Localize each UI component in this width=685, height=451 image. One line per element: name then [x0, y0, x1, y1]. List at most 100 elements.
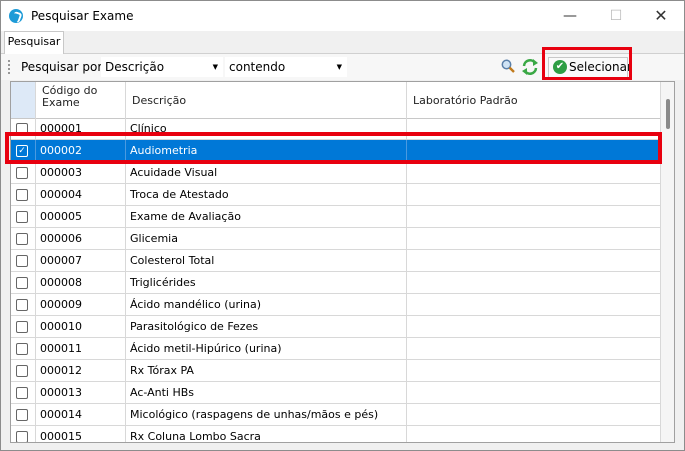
cell-description[interactable]: Exame de Avaliação [126, 206, 407, 228]
row-checkbox[interactable] [16, 409, 28, 421]
tab-pesquisar[interactable]: Pesquisar [4, 31, 64, 54]
minimize-button[interactable]: — [547, 1, 593, 31]
table-row[interactable]: 000011 Ácido metil-Hipúrico (urina) [11, 338, 661, 360]
window-title: Pesquisar Exame [31, 9, 134, 23]
row-checkbox[interactable] [16, 431, 28, 442]
row-checkbox-cell[interactable] [11, 272, 36, 294]
cell-description[interactable]: Micológico (raspagens de unhas/mãos e pé… [126, 404, 407, 426]
row-checkbox-cell[interactable] [11, 360, 36, 382]
search-mode-value: contendo [229, 60, 286, 74]
table-row[interactable]: 000014 Micológico (raspagens de unhas/mão… [11, 404, 661, 426]
search-by-label: Pesquisar por: [21, 60, 107, 74]
cell-code[interactable]: 000004 [36, 184, 126, 206]
row-checkbox[interactable] [16, 277, 28, 289]
table-row[interactable]: 000010 Parasitológico de Fezes [11, 316, 661, 338]
column-header-description[interactable]: Descrição [126, 82, 407, 118]
cell-code[interactable]: 000008 [36, 272, 126, 294]
row-checkbox-cell[interactable] [11, 184, 36, 206]
column-header-code[interactable]: Código do Exame [36, 82, 126, 118]
cell-lab[interactable] [407, 360, 661, 382]
cell-code[interactable]: 000003 [36, 162, 126, 184]
table-row[interactable]: 000015 Rx Coluna Lombo Sacra [11, 426, 661, 442]
row-checkbox-cell[interactable] [11, 228, 36, 250]
cell-lab[interactable] [407, 272, 661, 294]
row-checkbox-cell[interactable] [11, 206, 36, 228]
table-row[interactable]: 000009 Ácido mandélico (urina) [11, 294, 661, 316]
row-checkbox-cell[interactable] [11, 382, 36, 404]
cell-description[interactable]: Glicemia [126, 228, 407, 250]
search-icon[interactable] [501, 59, 515, 73]
grid-header: Código do Exame Descrição Laboratório Pa… [11, 82, 661, 119]
toolbar-grip [8, 60, 12, 74]
app-icon [9, 9, 23, 23]
row-checkbox[interactable] [16, 211, 28, 223]
cell-lab[interactable] [407, 228, 661, 250]
column-header-lab[interactable]: Laboratório Padrão [407, 82, 661, 118]
dropdown-arrow-icon: ▼ [336, 63, 342, 71]
cell-code[interactable]: 000015 [36, 426, 126, 442]
row-checkbox-cell[interactable] [11, 294, 36, 316]
cell-code[interactable]: 000014 [36, 404, 126, 426]
cell-description[interactable]: Ac-Anti HBs [126, 382, 407, 404]
cell-code[interactable]: 000010 [36, 316, 126, 338]
vertical-scrollbar[interactable] [661, 82, 674, 442]
cell-lab[interactable] [407, 206, 661, 228]
row-checkbox[interactable] [16, 189, 28, 201]
row-checkbox[interactable] [16, 387, 28, 399]
cell-lab[interactable] [407, 338, 661, 360]
row-checkbox-cell[interactable] [11, 250, 36, 272]
cell-code[interactable]: 000011 [36, 338, 126, 360]
row-checkbox-cell[interactable] [11, 404, 36, 426]
row-checkbox-cell[interactable] [11, 426, 36, 442]
cell-code[interactable]: 000012 [36, 360, 126, 382]
row-checkbox-cell[interactable] [11, 316, 36, 338]
table-row[interactable]: 000003 Acuidade Visual [11, 162, 661, 184]
row-checkbox-cell[interactable] [11, 162, 36, 184]
row-checkbox[interactable] [16, 365, 28, 377]
cell-description[interactable]: Rx Tórax PA [126, 360, 407, 382]
cell-lab[interactable] [407, 162, 661, 184]
cell-code[interactable]: 000005 [36, 206, 126, 228]
cell-lab[interactable] [407, 250, 661, 272]
cell-description[interactable]: Troca de Atestado [126, 184, 407, 206]
row-checkbox[interactable] [16, 233, 28, 245]
cell-description[interactable]: Rx Coluna Lombo Sacra [126, 426, 407, 442]
table-row[interactable]: 000006 Glicemia [11, 228, 661, 250]
cell-lab[interactable] [407, 184, 661, 206]
cell-lab[interactable] [407, 426, 661, 442]
row-checkbox[interactable] [16, 299, 28, 311]
title-bar[interactable]: Pesquisar Exame — ☐ ✕ [1, 1, 684, 31]
cell-description[interactable]: Ácido mandélico (urina) [126, 294, 407, 316]
scrollbar-thumb[interactable] [666, 99, 670, 129]
table-row[interactable]: 000012 Rx Tórax PA [11, 360, 661, 382]
cell-lab[interactable] [407, 404, 661, 426]
cell-description[interactable]: Triglicérides [126, 272, 407, 294]
cell-code[interactable]: 000013 [36, 382, 126, 404]
row-checkbox[interactable] [16, 255, 28, 267]
table-row[interactable]: 000005 Exame de Avaliação [11, 206, 661, 228]
search-field-combo[interactable]: Descrição ▼ [101, 57, 223, 77]
cell-lab[interactable] [407, 316, 661, 338]
maximize-button[interactable]: ☐ [593, 1, 639, 31]
cell-code[interactable]: 000007 [36, 250, 126, 272]
table-row[interactable]: 000013 Ac-Anti HBs [11, 382, 661, 404]
row-checkbox[interactable] [16, 167, 28, 179]
cell-code[interactable]: 000009 [36, 294, 126, 316]
cell-description[interactable]: Parasitológico de Fezes [126, 316, 407, 338]
table-row[interactable]: 000007 Colesterol Total [11, 250, 661, 272]
search-mode-combo[interactable]: contendo ▼ [225, 57, 347, 77]
close-button[interactable]: ✕ [638, 1, 684, 31]
cell-code[interactable]: 000006 [36, 228, 126, 250]
table-row[interactable]: 000004 Troca de Atestado [11, 184, 661, 206]
cell-description[interactable]: Acuidade Visual [126, 162, 407, 184]
cell-description[interactable]: Colesterol Total [126, 250, 407, 272]
header-select-cell[interactable] [11, 82, 36, 118]
cell-description[interactable]: Ácido metil-Hipúrico (urina) [126, 338, 407, 360]
cell-lab[interactable] [407, 382, 661, 404]
cell-lab[interactable] [407, 294, 661, 316]
refresh-icon[interactable] [521, 58, 539, 76]
row-checkbox[interactable] [16, 343, 28, 355]
row-checkbox-cell[interactable] [11, 338, 36, 360]
row-checkbox[interactable] [16, 321, 28, 333]
table-row[interactable]: 000008 Triglicérides [11, 272, 661, 294]
